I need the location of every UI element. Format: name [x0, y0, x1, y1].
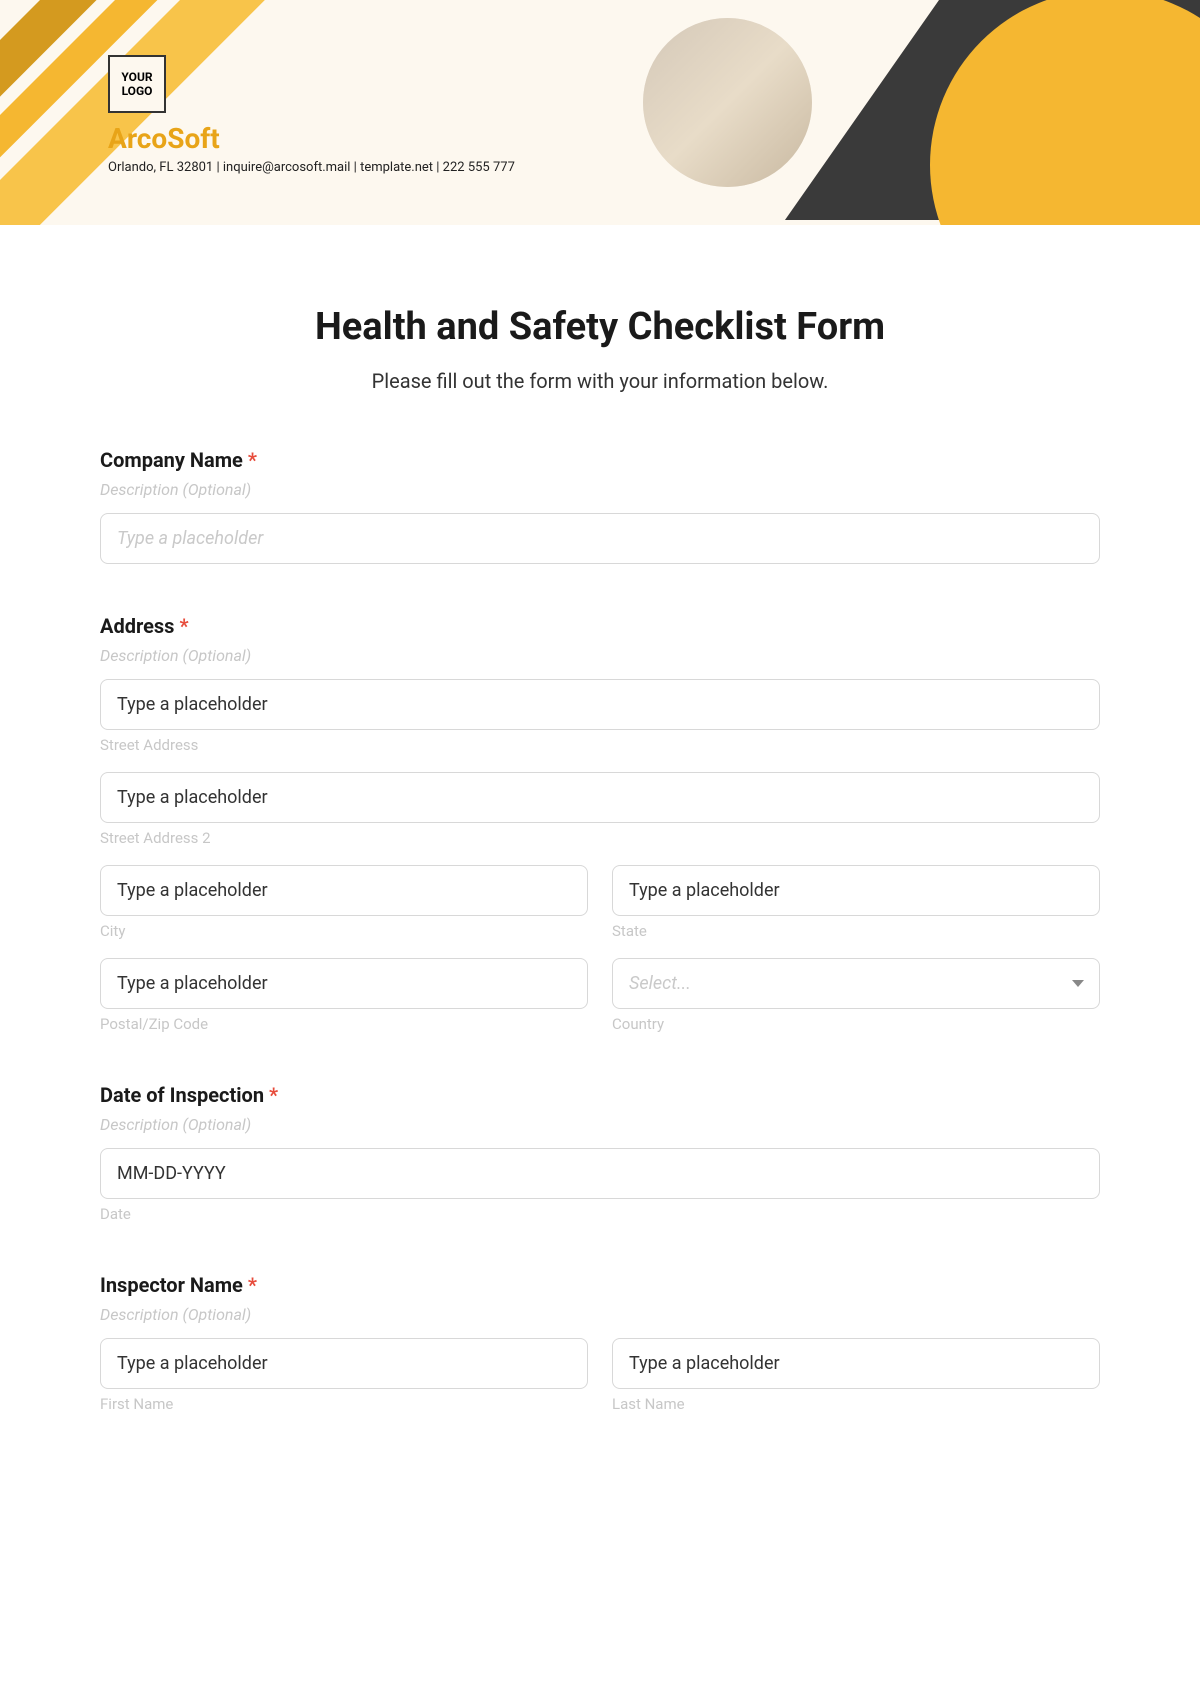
label-text: Inspector Name	[100, 1273, 243, 1297]
company-contact-info: Orlando, FL 32801 | inquire@arcosoft.mai…	[108, 160, 515, 175]
form-title: Health and Safety Checklist Form	[100, 305, 1100, 349]
inspector-name-description: Description (Optional)	[100, 1305, 1100, 1324]
logo-placeholder: YOURLOGO	[108, 55, 166, 113]
street-address-2-input[interactable]	[100, 772, 1100, 823]
inspector-last-name-input[interactable]	[612, 1338, 1100, 1389]
country-sublabel: Country	[612, 1015, 1100, 1033]
required-mark: *	[269, 1083, 278, 1107]
postal-input[interactable]	[100, 958, 588, 1009]
inspection-date-sublabel: Date	[100, 1205, 1100, 1223]
field-address: Address * Description (Optional) Street …	[100, 614, 1100, 1033]
street-address-input[interactable]	[100, 679, 1100, 730]
label-text: Date of Inspection	[100, 1083, 264, 1107]
company-name-description: Description (Optional)	[100, 480, 1100, 499]
company-name-label: Company Name *	[100, 448, 1100, 472]
city-input[interactable]	[100, 865, 588, 916]
header-photo	[635, 10, 820, 195]
company-name-input[interactable]	[100, 513, 1100, 564]
required-mark: *	[248, 1273, 257, 1297]
decor-stripe	[0, 0, 427, 225]
postal-sublabel: Postal/Zip Code	[100, 1015, 588, 1033]
header-banner: YOURLOGO ArcoSoft Orlando, FL 32801 | in…	[0, 0, 1200, 225]
form-subtitle: Please fill out the form with your infor…	[100, 369, 1100, 393]
required-mark: *	[179, 614, 188, 638]
city-sublabel: City	[100, 922, 588, 940]
field-inspection-date: Date of Inspection * Description (Option…	[100, 1083, 1100, 1223]
inspection-date-input[interactable]	[100, 1148, 1100, 1199]
required-mark: *	[248, 448, 257, 472]
form-container: Health and Safety Checklist Form Please …	[0, 225, 1200, 1483]
country-select[interactable]	[612, 958, 1100, 1009]
address-description: Description (Optional)	[100, 646, 1100, 665]
inspection-date-description: Description (Optional)	[100, 1115, 1100, 1134]
inspector-first-name-sublabel: First Name	[100, 1395, 588, 1413]
company-name: ArcoSoft	[108, 122, 220, 155]
inspector-last-name-sublabel: Last Name	[612, 1395, 1100, 1413]
inspection-date-label: Date of Inspection *	[100, 1083, 1100, 1107]
street-address-sublabel: Street Address	[100, 736, 1100, 754]
inspector-name-label: Inspector Name *	[100, 1273, 1100, 1297]
label-text: Address	[100, 614, 174, 638]
state-input[interactable]	[612, 865, 1100, 916]
field-company-name: Company Name * Description (Optional)	[100, 448, 1100, 564]
label-text: Company Name	[100, 448, 243, 472]
field-inspector-name: Inspector Name * Description (Optional) …	[100, 1273, 1100, 1413]
street-address-2-sublabel: Street Address 2	[100, 829, 1100, 847]
inspector-first-name-input[interactable]	[100, 1338, 588, 1389]
address-label: Address *	[100, 614, 1100, 638]
state-sublabel: State	[612, 922, 1100, 940]
